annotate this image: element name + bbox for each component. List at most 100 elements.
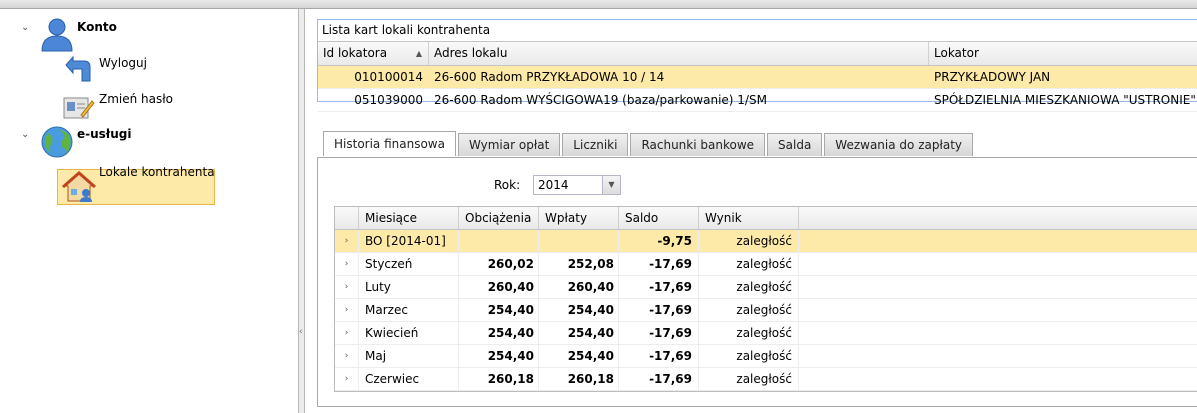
cell-adres: 26-600 Radom PRZYKŁADOWA 10 / 14	[434, 70, 665, 84]
cell-wplaty: 254,40	[539, 299, 619, 321]
rok-label: Rok:	[494, 178, 521, 192]
tab-panel-historia: Rok: 2014 ▼ Miesiące Obciążenia Wpłaty S…	[317, 157, 1197, 407]
cell-obciazenia	[459, 230, 539, 252]
rok-value: 2014	[538, 178, 569, 192]
tree-item-lokale-kontrahenta[interactable]: Lokale kontrahenta	[99, 165, 215, 179]
tab-historia-finansowa[interactable]: Historia finansowa	[323, 131, 456, 156]
cell-obciazenia: 254,40	[459, 299, 539, 321]
cell-miesiac: Maj	[359, 345, 459, 367]
cell-filler	[799, 368, 1197, 390]
expand-chevron-icon[interactable]: ›	[335, 345, 359, 367]
tab-wezwania[interactable]: Wezwania do zapłaty	[824, 133, 974, 156]
column-header-miesiace[interactable]: Miesiące	[359, 207, 459, 229]
tree-item-konto[interactable]: Konto	[77, 20, 117, 34]
tree-item-e-uslugi[interactable]: e-usługi	[77, 127, 132, 141]
cell-wynik: zaległość	[699, 322, 799, 344]
cell-filler	[799, 276, 1197, 298]
cell-saldo: -9,75	[619, 230, 699, 252]
tab-salda[interactable]: Salda	[767, 133, 823, 156]
expander-column-header	[335, 207, 359, 229]
cell-wynik: zaległość	[699, 230, 799, 252]
cell-miesiac: BO [2014-01]	[359, 230, 459, 252]
cell-wynik: zaległość	[699, 368, 799, 390]
table-row[interactable]: 010100014 26-600 Radom PRZYKŁADOWA 10 / …	[318, 66, 1197, 89]
cell-saldo: -17,69	[619, 345, 699, 367]
cell-wynik: zaległość	[699, 276, 799, 298]
tree-item-zmien-haslo[interactable]: Zmień hasło	[99, 92, 173, 106]
historia-grid: Miesiące Obciążenia Wpłaty Saldo Wynik ›…	[334, 206, 1197, 392]
house-icon	[62, 171, 96, 202]
cell-wplaty: 260,40	[539, 276, 619, 298]
change-password-icon	[63, 97, 95, 119]
cell-obciazenia: 254,40	[459, 345, 539, 367]
tab-rachunki-bankowe[interactable]: Rachunki bankowe	[630, 133, 766, 156]
table-row[interactable]: › BO [2014-01] -9,75 zaległość	[335, 230, 1197, 253]
navigation-tree: ⌄ Konto Wyloguj Zmień hasło ⌄ e-usługi L…	[0, 9, 299, 413]
cell-miesiac: Marzec	[359, 299, 459, 321]
table-row[interactable]: › Styczeń 260,02 252,08 -17,69 zaległość	[335, 253, 1197, 276]
tree-item-wyloguj[interactable]: Wyloguj	[99, 56, 147, 70]
cell-wplaty	[539, 230, 619, 252]
rok-select[interactable]: 2014 ▼	[533, 175, 621, 195]
cell-obciazenia: 254,40	[459, 322, 539, 344]
cell-filler	[799, 230, 1197, 252]
cell-wplaty: 252,08	[539, 253, 619, 275]
expand-chevron-icon[interactable]: ›	[335, 322, 359, 344]
chevron-down-icon[interactable]: ⌄	[21, 22, 29, 33]
top-toolbar	[0, 0, 1197, 9]
collapse-arrow-icon[interactable]: ‹	[299, 327, 303, 337]
chevron-down-icon[interactable]: ⌄	[21, 129, 29, 140]
historia-grid-header: Miesiące Obciążenia Wpłaty Saldo Wynik	[335, 207, 1197, 230]
cell-miesiac: Styczeń	[359, 253, 459, 275]
cell-obciazenia: 260,40	[459, 276, 539, 298]
historia-grid-body: › BO [2014-01] -9,75 zaległość › Styczeń 260,0…	[335, 230, 1197, 391]
cell-miesiac: Czerwiec	[359, 368, 459, 390]
cell-wynik: zaległość	[699, 253, 799, 275]
table-row[interactable]: 051039000 26-600 Radom WYŚCIGOWA19 (baza…	[318, 89, 1197, 112]
cell-filler	[799, 253, 1197, 275]
expand-chevron-icon[interactable]: ›	[335, 368, 359, 390]
expand-chevron-icon[interactable]: ›	[335, 230, 359, 252]
column-header-lokator[interactable]: Lokator	[929, 42, 1197, 65]
expand-chevron-icon[interactable]: ›	[335, 253, 359, 275]
column-header-adres[interactable]: Adres lokalu	[429, 42, 929, 65]
cell-filler	[799, 322, 1197, 344]
expand-chevron-icon[interactable]: ›	[335, 276, 359, 298]
lokale-grid-header: Id lokatora ▲ Adres lokalu Lokator	[318, 42, 1197, 66]
column-header-saldo[interactable]: Saldo	[619, 207, 699, 229]
column-header-obciazenia[interactable]: Obciążenia	[459, 207, 539, 229]
table-row[interactable]: › Kwiecień 254,40 254,40 -17,69 zaległość	[335, 322, 1197, 345]
column-header-wplaty[interactable]: Wpłaty	[539, 207, 619, 229]
table-row[interactable]: › Luty 260,40 260,40 -17,69 zaległość	[335, 276, 1197, 299]
cell-miesiac: Kwiecień	[359, 322, 459, 344]
table-row[interactable]: › Marzec 254,40 254,40 -17,69 zaległość	[335, 299, 1197, 322]
table-row[interactable]: › Maj 254,40 254,40 -17,69 zaległość	[335, 345, 1197, 368]
cell-wynik: zaległość	[699, 299, 799, 321]
tab-strip: Historia finansowa Wymiar opłat Liczniki…	[323, 131, 975, 157]
dropdown-arrow-icon[interactable]: ▼	[602, 176, 620, 194]
tab-liczniki[interactable]: Liczniki	[562, 133, 629, 156]
user-icon	[41, 18, 73, 52]
cell-wplaty: 254,40	[539, 345, 619, 367]
column-header-id-lokatora[interactable]: Id lokatora ▲	[318, 42, 429, 65]
lokale-grid-title: Lista kart lokali kontrahenta	[318, 20, 1197, 42]
cell-adres: 26-600 Radom WYŚCIGOWA19 (baza/parkowani…	[434, 93, 767, 107]
table-row[interactable]: › Czerwiec 260,18 260,18 -17,69 zaległość	[335, 368, 1197, 391]
details-tabs: Historia finansowa Wymiar opłat Liczniki…	[317, 131, 1197, 407]
cell-miesiac: Luty	[359, 276, 459, 298]
cell-obciazenia: 260,18	[459, 368, 539, 390]
cell-saldo: -17,69	[619, 276, 699, 298]
column-header-wynik[interactable]: Wynik	[699, 207, 799, 229]
expand-chevron-icon[interactable]: ›	[335, 299, 359, 321]
cell-filler	[799, 345, 1197, 367]
cell-saldo: -17,69	[619, 322, 699, 344]
cell-wynik: zaległość	[699, 345, 799, 367]
cell-wplaty: 260,18	[539, 368, 619, 390]
cell-id: 051039000	[354, 93, 423, 107]
cell-saldo: -17,69	[619, 253, 699, 275]
globe-icon	[41, 126, 73, 158]
cell-filler	[799, 299, 1197, 321]
tab-wymiar-oplat[interactable]: Wymiar opłat	[457, 133, 561, 156]
cell-lokator: PRZYKŁADOWY JAN	[934, 70, 1051, 84]
lokale-grid: Lista kart lokali kontrahenta Id lokator…	[317, 19, 1197, 112]
